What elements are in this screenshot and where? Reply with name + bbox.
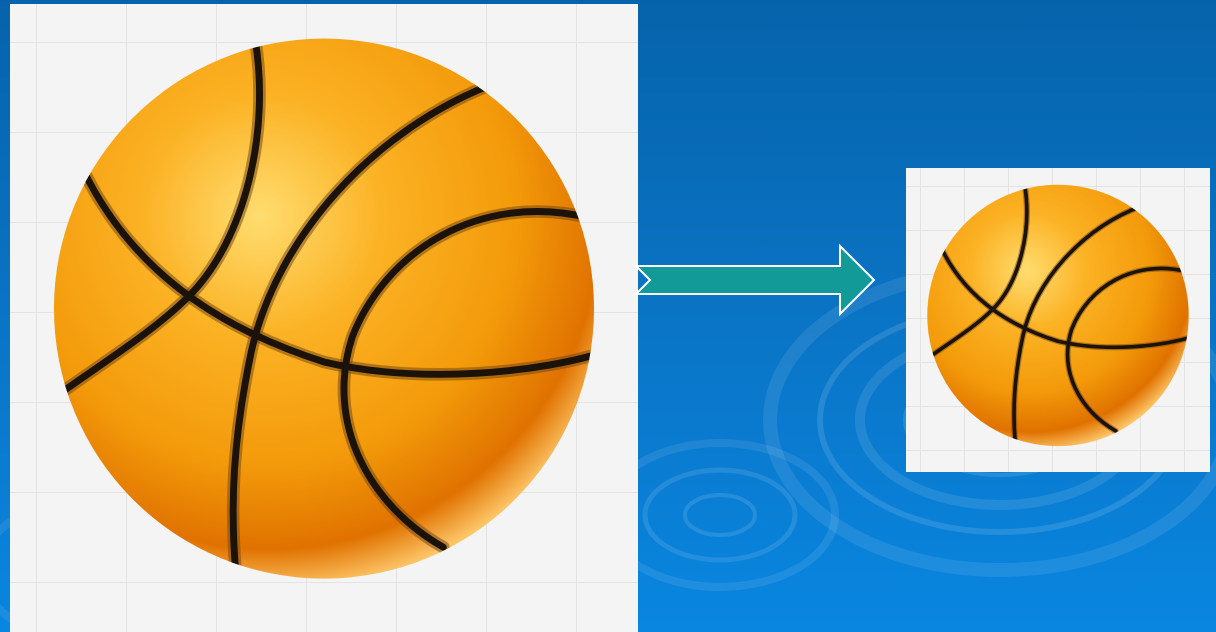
- basketball-icon: [53, 38, 595, 579]
- slide: [0, 0, 1216, 632]
- basketball-icon: [927, 184, 1189, 447]
- right-arrow-icon: [634, 243, 876, 317]
- scaled-image-panel: [906, 168, 1210, 472]
- original-image-panel: [10, 4, 638, 632]
